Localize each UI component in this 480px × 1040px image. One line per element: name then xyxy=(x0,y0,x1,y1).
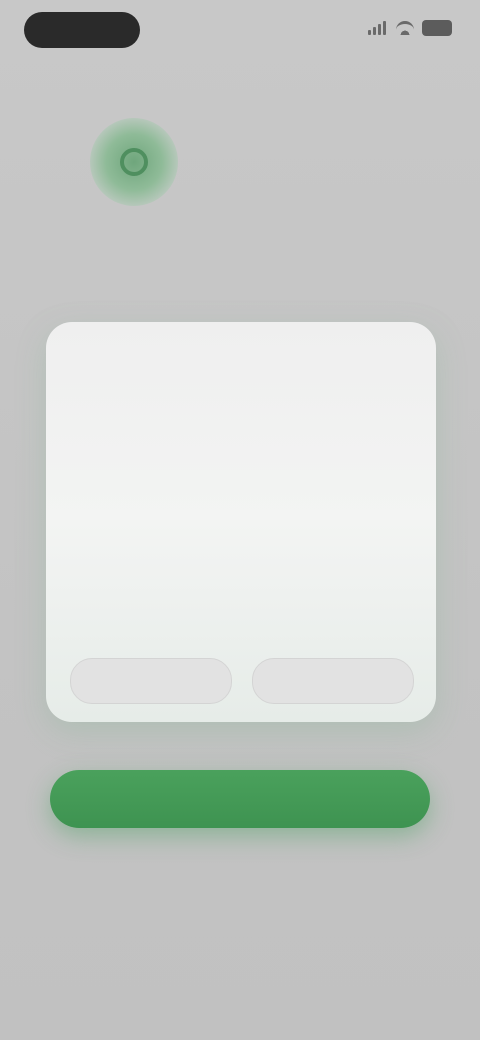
summary-card xyxy=(46,322,436,722)
status-bar xyxy=(0,0,480,64)
logo-icon xyxy=(90,118,178,206)
card-actions xyxy=(70,658,414,704)
wifi-icon xyxy=(396,21,414,35)
logo-mark-icon xyxy=(120,148,148,176)
card-right-button[interactable] xyxy=(252,658,414,704)
status-time xyxy=(24,12,140,48)
battery-icon xyxy=(422,20,452,36)
status-icons xyxy=(368,20,452,36)
app-screen xyxy=(0,0,480,1040)
card-left-button[interactable] xyxy=(70,658,232,704)
primary-button[interactable] xyxy=(50,770,430,828)
signal-icon xyxy=(368,21,388,35)
app-header xyxy=(90,118,410,218)
